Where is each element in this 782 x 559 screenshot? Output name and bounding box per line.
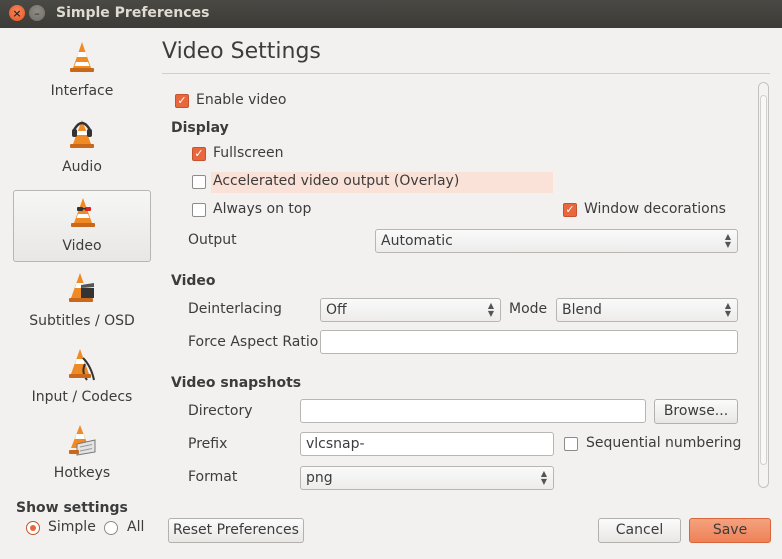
show-settings-label: Show settings <box>16 500 128 516</box>
aspect-ratio-input[interactable] <box>320 330 738 354</box>
vlc-keyboard-icon <box>69 425 96 456</box>
deinterlacing-label: Deinterlacing <box>188 301 282 317</box>
sidebar-item-label: Hotkeys <box>53 465 111 481</box>
snapshots-heading: Video snapshots <box>171 375 302 391</box>
format-label: Format <box>188 469 238 485</box>
format-select[interactable]: png ▲ ▼ <box>300 466 554 490</box>
close-icon[interactable]: × <box>9 5 25 21</box>
deinterlacing-value: Off <box>326 302 347 318</box>
minimize-icon[interactable]: – <box>29 5 45 21</box>
always-on-top-checkbox[interactable] <box>192 203 206 217</box>
page-title: Video Settings <box>162 39 321 64</box>
vlc-glasses-icon <box>71 198 95 227</box>
divider <box>162 73 770 74</box>
vlc-cables-icon <box>69 349 95 381</box>
updown-arrow-icon: ▲ ▼ <box>724 232 731 249</box>
save-button[interactable]: Save <box>689 518 771 543</box>
updown-arrow-icon: ▲ ▼ <box>487 301 494 318</box>
sidebar-item-video[interactable]: Video <box>13 190 151 262</box>
prefix-input[interactable]: vlcsnap- <box>300 432 554 456</box>
output-select[interactable]: Automatic ▲ ▼ <box>375 229 738 253</box>
sidebar-item-hotkeys[interactable]: Hotkeys <box>13 418 151 490</box>
fullscreen-label: Fullscreen <box>213 145 284 161</box>
mode-select[interactable]: Blend ▲ ▼ <box>556 298 738 322</box>
always-on-top-label: Always on top <box>213 201 312 217</box>
deinterlacing-select[interactable]: Off ▲ ▼ <box>320 298 501 322</box>
mode-label: Mode <box>509 301 548 317</box>
show-settings-simple-label: Simple <box>48 519 96 535</box>
scrollbar[interactable] <box>758 82 769 488</box>
title-bar: × – Simple Preferences <box>0 0 782 28</box>
show-settings-simple-radio[interactable] <box>26 521 40 535</box>
show-settings-all-radio[interactable] <box>104 521 118 535</box>
cancel-button[interactable]: Cancel <box>598 518 681 543</box>
output-label: Output <box>188 232 237 248</box>
updown-arrow-icon: ▲ ▼ <box>724 301 731 318</box>
format-value: png <box>306 470 333 486</box>
mode-value: Blend <box>562 302 602 318</box>
sidebar-item-label: Audio <box>62 159 102 175</box>
updown-arrow-icon: ▲ ▼ <box>540 469 547 486</box>
sidebar-item-label: Input / Codecs <box>31 389 133 405</box>
show-settings-all-label: All <box>127 519 145 535</box>
window-decorations-label: Window decorations <box>584 201 726 217</box>
overlay-label: Accelerated video output (Overlay) <box>213 173 460 189</box>
enable-video-label: Enable video <box>196 92 287 108</box>
window-decorations-checkbox[interactable]: ✓ <box>563 203 577 217</box>
display-heading: Display <box>171 120 229 136</box>
enable-video-checkbox[interactable]: ✓ <box>175 94 189 108</box>
sequential-numbering-label: Sequential numbering <box>586 435 742 451</box>
sidebar-item-label: Interface <box>50 83 114 99</box>
window-title: Simple Preferences <box>56 5 210 21</box>
directory-input[interactable] <box>300 399 646 423</box>
fullscreen-checkbox[interactable]: ✓ <box>192 147 206 161</box>
video-heading: Video <box>171 273 216 289</box>
vlc-headphones-icon <box>70 120 94 148</box>
sidebar-item-subtitles[interactable]: Subtitles / OSD <box>13 266 151 338</box>
vlc-cone-icon <box>70 42 94 72</box>
aspect-ratio-label: Force Aspect Ratio <box>188 334 319 350</box>
scrollbar-thumb[interactable] <box>760 95 767 465</box>
sidebar-item-interface[interactable]: Interface <box>13 36 151 108</box>
sidebar-item-input-codecs[interactable]: Input / Codecs <box>13 342 151 414</box>
directory-label: Directory <box>188 403 253 419</box>
vlc-clapper-icon <box>69 273 94 302</box>
sidebar-item-label: Video <box>62 238 102 254</box>
sidebar-item-label: Subtitles / OSD <box>29 313 135 329</box>
reset-preferences-button[interactable]: Reset Preferences <box>168 518 304 543</box>
output-value: Automatic <box>381 233 453 249</box>
sidebar-item-audio[interactable]: Audio <box>13 112 151 184</box>
browse-button[interactable]: Browse... <box>654 399 738 424</box>
sequential-numbering-checkbox[interactable] <box>564 437 578 451</box>
overlay-checkbox[interactable] <box>192 175 206 189</box>
prefix-label: Prefix <box>188 436 228 452</box>
